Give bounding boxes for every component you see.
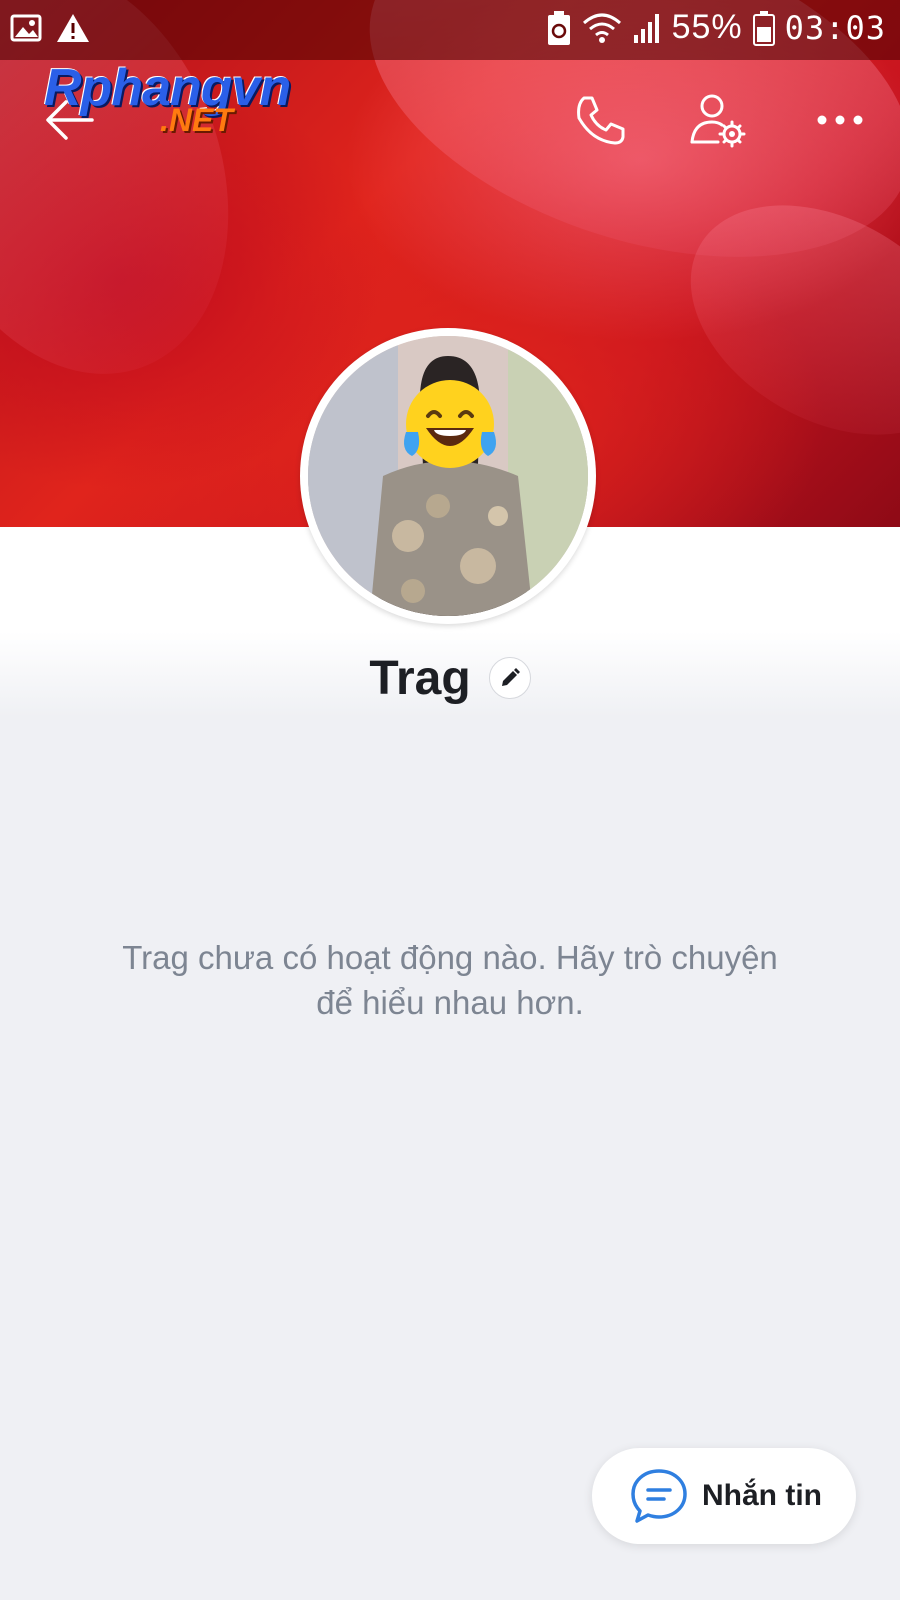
signal-icon (633, 13, 659, 43)
avatar[interactable] (300, 328, 596, 624)
avatar-photo (308, 336, 588, 616)
pencil-icon (501, 668, 520, 686)
more-button[interactable] (810, 90, 870, 150)
profile-name-row: Trag (0, 648, 900, 708)
battery-icon (752, 10, 775, 46)
send-message-button[interactable]: Nhắn tin (592, 1448, 856, 1544)
back-arrow-icon (46, 100, 94, 140)
chat-bubble-icon (631, 1469, 687, 1523)
watermark-line2: .NET (160, 102, 233, 138)
status-bar: 55% 03:03 (0, 0, 900, 60)
phone-icon (577, 96, 625, 145)
more-icon (817, 115, 863, 125)
image-icon (10, 14, 42, 42)
profile-name: Trag (369, 651, 471, 705)
call-button[interactable] (570, 90, 630, 150)
user-settings-icon (690, 94, 746, 148)
wifi-icon (582, 13, 621, 43)
back-button[interactable] (42, 92, 98, 148)
send-message-label: Nhắn tin (702, 1479, 822, 1512)
emoji-laughing-tears-icon (404, 380, 496, 468)
warning-icon (57, 14, 89, 42)
edit-name-button[interactable] (488, 657, 531, 699)
profile-settings-button[interactable] (688, 90, 748, 150)
clock: 03:03 (784, 8, 886, 47)
empty-activity-message: Trag chưa có hoạt động nào. Hãy trò chuy… (122, 939, 778, 1021)
battery-percent: 55% (671, 8, 743, 46)
battery-saver-icon (547, 10, 570, 45)
